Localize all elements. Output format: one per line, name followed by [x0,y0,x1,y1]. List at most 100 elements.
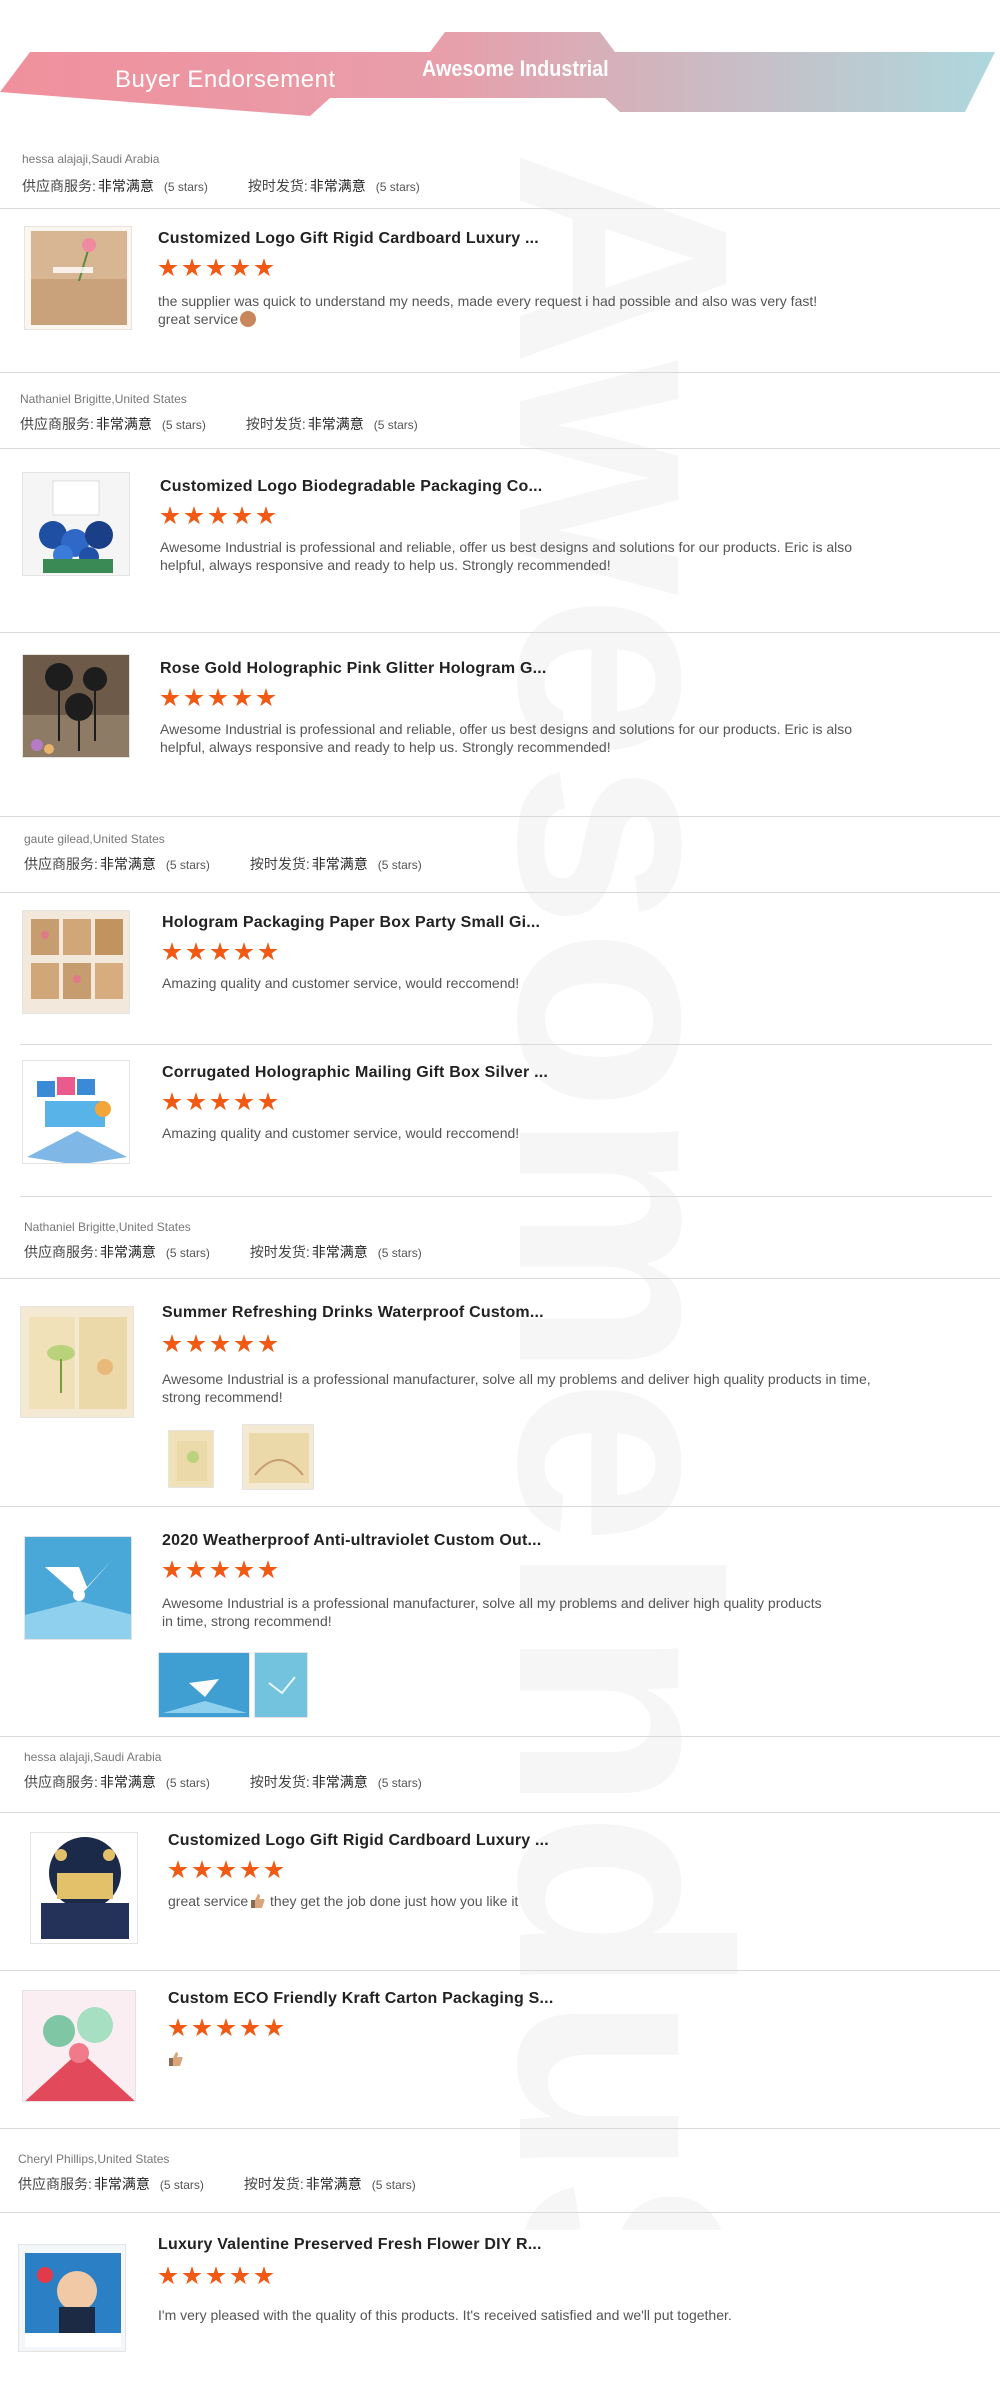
product-title[interactable]: Rose Gold Holographic Pink Glitter Holog… [160,660,547,678]
service-value: 非常满意 [99,1774,156,1790]
star-icon [206,2266,226,2285]
kraft-card-icon [25,227,131,329]
shipping-stars-text: (5 stars) [377,858,422,872]
rating-summary: 供应商服务: 非常满意 (5 stars) 按时发货: 非常满意 (5 stars) [24,1772,422,1792]
product-thumbnail[interactable] [24,226,132,330]
review-comment: the supplier was quick to understand my … [158,292,848,328]
shipping-value: 非常满意 [311,856,368,872]
star-icon [206,258,226,277]
product-title[interactable]: Hologram Packaging Paper Box Party Small… [162,914,540,932]
product-title[interactable]: Customized Logo Biodegradable Packaging … [160,478,542,496]
comment-text: great service [168,1893,249,1909]
star-icon [210,942,230,961]
star-icon [168,1860,188,1879]
product-title[interactable]: 2020 Weatherproof Anti-ultraviolet Custo… [162,1532,541,1550]
review-photo-image [169,1431,213,1487]
buyer-endorsement-banner: Buyer Endorsement Awesome Industrial [0,0,1000,130]
star-icon [184,506,204,525]
divider [0,632,1000,633]
review-photo[interactable] [242,1424,314,1490]
shipping-value: 非常满意 [311,1774,368,1790]
star-icon [256,688,276,707]
divider [0,208,1000,209]
star-icon [158,2266,178,2285]
review-comment: great service they get the job done just… [168,1892,888,1910]
service-value: 非常满意 [93,2176,150,2192]
service-label: 供应商服务: [24,1244,98,1260]
product-thumbnail[interactable] [22,654,130,758]
divider [0,2212,1000,2213]
star-icon [182,258,202,277]
service-label: 供应商服务: [24,1774,98,1790]
review-comment: Awesome Industrial is a professional man… [162,1371,871,1405]
shipping-value: 非常满意 [311,1244,368,1260]
review-comment: I'm very pleased with the quality of thi… [158,2307,732,2323]
kraft-cards-grid-icon [23,911,129,1013]
product-thumbnail[interactable] [22,472,130,576]
review-photo[interactable] [254,1652,308,1718]
divider [0,1970,1000,1971]
star-icon [230,258,250,277]
product-title[interactable]: Summer Refreshing Drinks Waterproof Cust… [162,1304,544,1322]
review-photo[interactable] [168,1430,214,1488]
star-icon [162,942,182,961]
shipping-stars-text: (5 stars) [371,2178,416,2192]
star-icon [232,688,252,707]
product-title[interactable]: Custom ECO Friendly Kraft Carton Packagi… [168,1990,553,2008]
thumbs-up-icon [251,1894,265,1908]
star-icon [264,1860,284,1879]
star-icon [184,688,204,707]
star-icon [240,1860,260,1879]
shipping-stars-text: (5 stars) [377,1246,422,1260]
review-item: Luxury Valentine Preserved Fresh Flower … [0,2214,1000,2384]
product-title[interactable]: Luxury Valentine Preserved Fresh Flower … [158,2236,542,2254]
product-thumbnail[interactable] [30,1832,138,1944]
star-icon [168,2018,188,2037]
divider [0,1278,1000,1279]
review-item: Customized Logo Gift Rigid Cardboard Lux… [0,1814,1000,1968]
product-thumbnail[interactable] [18,2244,126,2352]
star-icon [162,1334,182,1353]
product-thumbnail[interactable] [24,1536,132,1640]
star-icon [182,2266,202,2285]
service-stars-text: (5 stars) [159,2178,204,2192]
divider [0,892,1000,893]
review-photo[interactable] [158,1652,250,1718]
star-rating [162,1560,282,1580]
star-rating [162,1092,282,1112]
shipping-stars-text: (5 stars) [373,418,418,432]
divider [0,1812,1000,1813]
emoji-icon [240,311,257,327]
star-icon [208,688,228,707]
divider [0,1506,1000,1507]
star-icon [186,942,206,961]
review-comment: Awesome Industrial is professional and r… [160,721,853,755]
shipping-value: 非常满意 [309,178,366,194]
star-icon [216,2018,236,2037]
review-comment [166,2050,886,2068]
product-thumbnail[interactable] [22,910,130,1014]
product-thumbnail[interactable] [22,1060,130,1164]
divider [0,448,1000,449]
service-label: 供应商服务: [24,856,98,872]
product-thumbnail[interactable] [20,1306,134,1418]
star-icon [192,2018,212,2037]
product-title[interactable]: Corrugated Holographic Mailing Gift Box … [162,1064,548,1082]
star-icon [210,1334,230,1353]
rating-summary: 供应商服务: 非常满意 (5 stars) 按时发货: 非常满意 (5 stars) [18,2174,416,2194]
reviewer-name: Cheryl Phillips,United States [18,2152,170,2166]
star-icon [162,1560,182,1579]
star-icon [254,2266,274,2285]
star-icon [234,1334,254,1353]
divider [20,1044,992,1045]
service-stars-text: (5 stars) [163,180,208,194]
product-thumbnail[interactable] [22,1990,136,2102]
service-value: 非常满意 [99,856,156,872]
service-stars-text: (5 stars) [165,1246,210,1260]
product-title[interactable]: Customized Logo Gift Rigid Cardboard Lux… [158,230,539,248]
rating-summary: 供应商服务: 非常满意 (5 stars) 按时发货: 非常满意 (5 stars) [20,414,418,434]
popup-card-icon [23,1061,129,1163]
product-title[interactable]: Customized Logo Gift Rigid Cardboard Lux… [168,1832,549,1850]
star-icon [234,1092,254,1111]
review-item: 2020 Weatherproof Anti-ultraviolet Custo… [0,1508,1000,1734]
